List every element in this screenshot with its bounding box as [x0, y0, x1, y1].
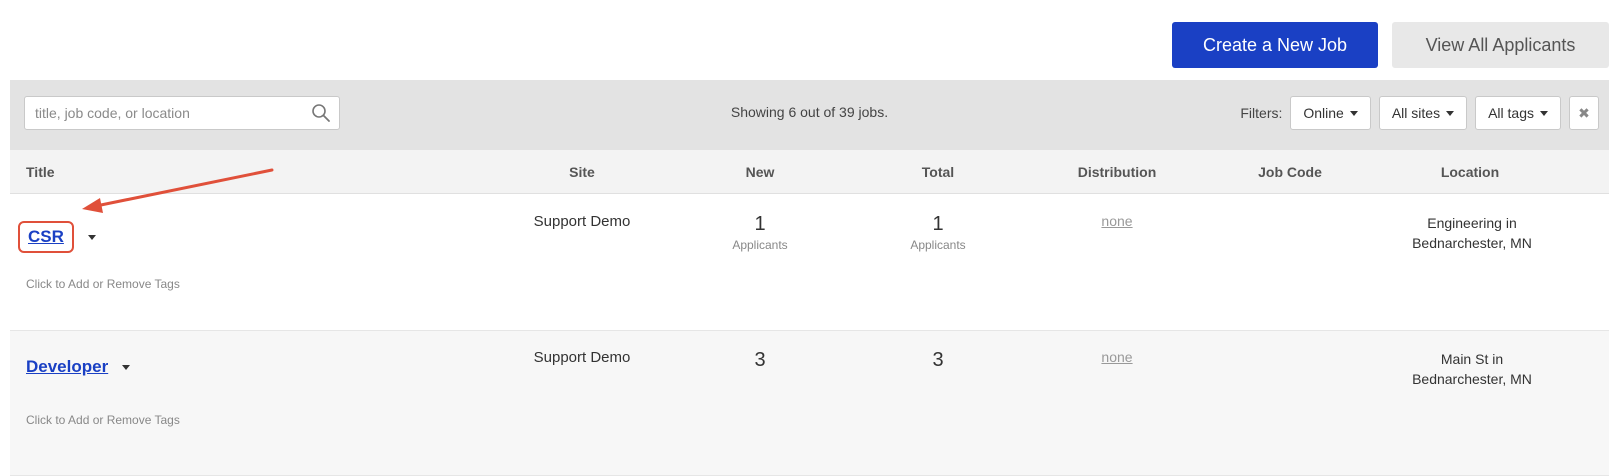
total-count: 3	[932, 349, 944, 371]
job-site: Support Demo	[533, 349, 631, 366]
table-header: Title Site New Total Distribution Job Co…	[10, 150, 1609, 194]
location-line-2: Bednarchester, MN	[1412, 235, 1532, 251]
job-total-applicants[interactable]: 3	[878, 349, 998, 372]
job-location: Main St in Bednarchester, MN	[1390, 349, 1554, 389]
job-distribution-link[interactable]: none	[1050, 349, 1184, 365]
column-header-distribution[interactable]: Distribution	[1050, 150, 1184, 193]
location-line-2: Bednarchester, MN	[1412, 371, 1532, 387]
new-count: 1	[754, 213, 766, 235]
job-total-applicants[interactable]: 1 Applicants	[878, 213, 998, 252]
job-new-applicants[interactable]: 1 Applicants	[700, 213, 820, 252]
filter-online-dropdown[interactable]: Online	[1290, 96, 1371, 130]
search-input[interactable]	[35, 105, 303, 121]
view-all-applicants-button[interactable]: View All Applicants	[1392, 22, 1609, 68]
close-icon: ✖	[1578, 104, 1590, 121]
job-new-applicants[interactable]: 3	[700, 349, 820, 372]
column-header-site[interactable]: Site	[532, 150, 632, 193]
filter-sites-dropdown[interactable]: All sites	[1378, 96, 1468, 130]
total-count-label: Applicants	[910, 238, 966, 252]
filter-online-label: Online	[1303, 105, 1344, 121]
filter-sites-label: All sites	[1391, 105, 1441, 121]
search-icon[interactable]	[303, 103, 339, 123]
filter-tags-label: All tags	[1488, 105, 1534, 121]
new-count: 3	[754, 349, 766, 371]
caret-down-icon	[1446, 110, 1455, 116]
job-actions-caret-icon[interactable]	[122, 364, 131, 370]
filter-tags-dropdown[interactable]: All tags	[1475, 96, 1561, 130]
location-line-1: Main St in	[1440, 351, 1504, 367]
filters: Filters: Online All sites All tags ✖	[1240, 96, 1599, 130]
top-actions: Create a New Job View All Applicants	[1172, 22, 1609, 68]
create-job-button[interactable]: Create a New Job	[1172, 22, 1378, 68]
column-header-job-code[interactable]: Job Code	[1240, 150, 1340, 193]
search-box	[24, 96, 340, 130]
job-distribution-link[interactable]: none	[1050, 213, 1184, 229]
job-title-cell: CSR	[18, 221, 96, 253]
caret-down-icon	[1540, 110, 1548, 116]
table-row: CSR Click to Add or Remove Tags Support …	[10, 195, 1609, 331]
column-header-title[interactable]: Title	[26, 150, 55, 193]
total-count: 1	[932, 213, 944, 235]
table-row: Developer Click to Add or Remove Tags Su…	[10, 331, 1609, 476]
job-title-link[interactable]: Developer	[26, 357, 108, 377]
jobs-toolbar: Showing 6 out of 39 jobs. Filters: Onlin…	[10, 80, 1609, 150]
edit-tags-link[interactable]: Click to Add or Remove Tags	[26, 277, 180, 291]
edit-tags-link[interactable]: Click to Add or Remove Tags	[26, 413, 180, 427]
job-location: Engineering in Bednarchester, MN	[1390, 213, 1554, 253]
location-line-1: Engineering in	[1427, 215, 1517, 231]
caret-down-icon	[1349, 110, 1358, 116]
new-count-label: Applicants	[732, 238, 788, 252]
clear-filters-button[interactable]: ✖	[1569, 96, 1599, 130]
column-header-location[interactable]: Location	[1405, 150, 1535, 193]
column-header-total[interactable]: Total	[888, 150, 988, 193]
column-header-new[interactable]: New	[710, 150, 810, 193]
job-actions-caret-icon[interactable]	[87, 234, 96, 240]
job-title-cell: Developer	[26, 357, 131, 377]
filters-label: Filters:	[1240, 105, 1283, 121]
job-site: Support Demo	[533, 213, 631, 230]
job-title-link[interactable]: CSR	[18, 221, 74, 253]
